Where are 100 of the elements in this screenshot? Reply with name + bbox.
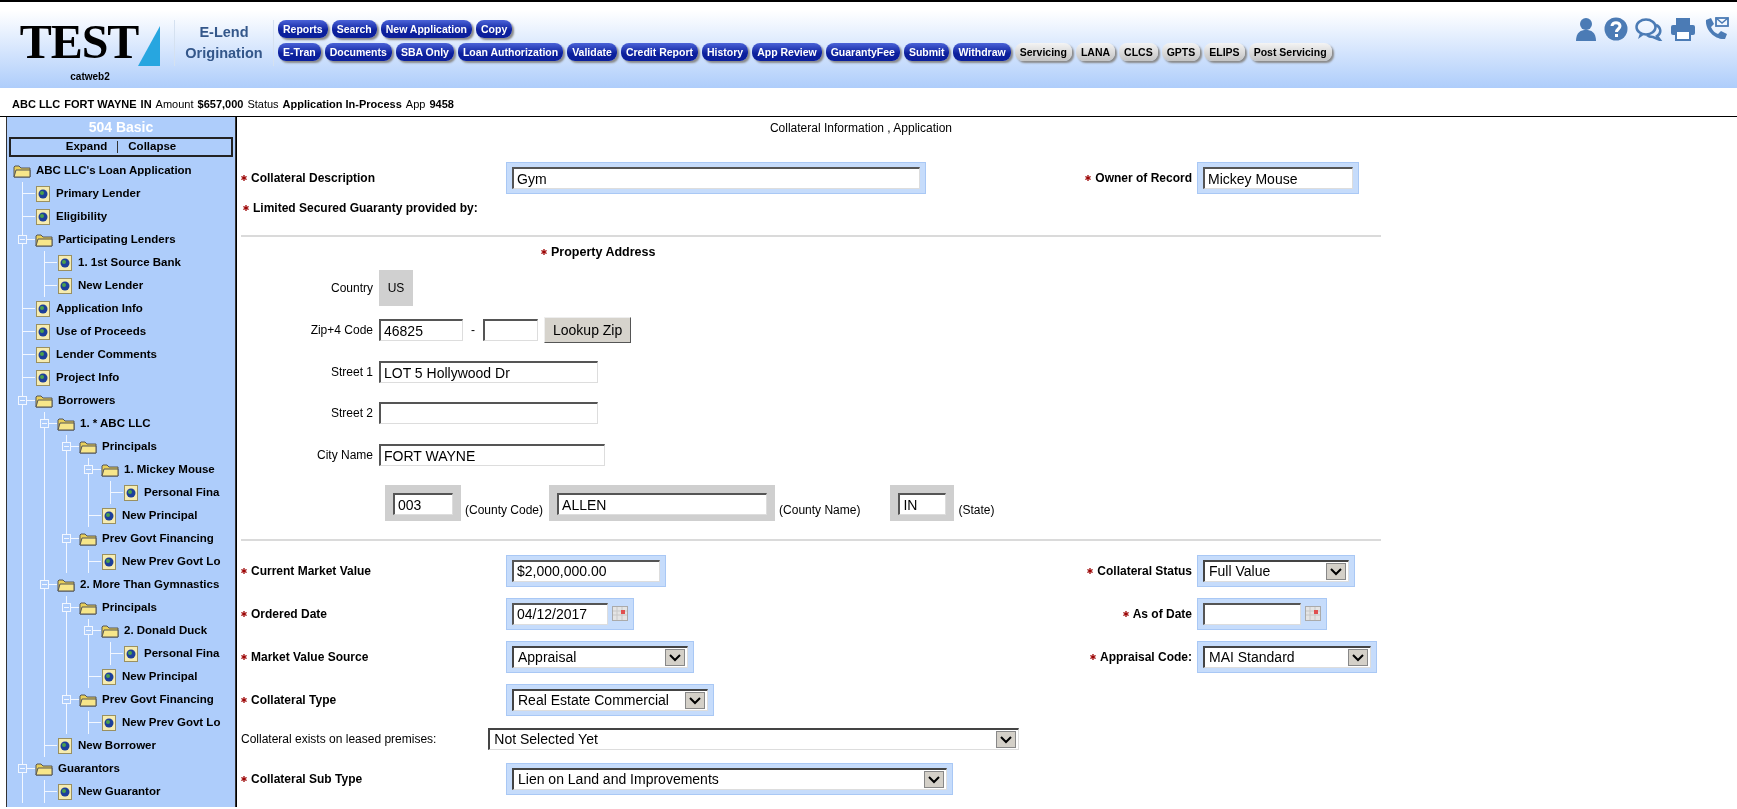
required-icon: [1085, 175, 1092, 181]
dropdown[interactable]: Appraisal: [512, 645, 688, 668]
chat-icon[interactable]: [1635, 17, 1663, 41]
nav-button[interactable]: History: [702, 43, 749, 61]
tree-item[interactable]: New Lender: [57, 276, 144, 295]
collapse-toggle-icon[interactable]: [62, 603, 71, 612]
calendar-icon[interactable]: [612, 606, 628, 621]
collapse-toggle-icon[interactable]: [40, 419, 49, 428]
nav-button[interactable]: Validate: [567, 43, 617, 61]
nav-button[interactable]: Copy: [476, 20, 513, 38]
dropdown[interactable]: Lien on Land and Improvements: [512, 767, 947, 790]
dropdown[interactable]: MAI Standard: [1203, 645, 1371, 668]
dropdown[interactable]: Not Selected Yet: [488, 728, 1019, 750]
dropdown[interactable]: Real Estate Commercial: [512, 688, 708, 711]
expand-link[interactable]: Expand: [65, 138, 108, 156]
tree-item[interactable]: 1. Mickey Mouse: [101, 460, 215, 479]
collapse-toggle-icon[interactable]: [62, 695, 71, 704]
required-icon: [243, 205, 249, 211]
input-field[interactable]: $2,000,000.00: [512, 559, 660, 582]
field-label: Zip+4 Code: [309, 322, 374, 339]
tree-item[interactable]: New Borrower: [57, 736, 156, 755]
date-field[interactable]: [1203, 602, 1301, 625]
collapse-toggle-icon[interactable]: [62, 534, 71, 543]
tree-item[interactable]: Project Info: [35, 368, 120, 387]
collapse-toggle-icon[interactable]: [62, 442, 71, 451]
input-field[interactable]: [483, 319, 538, 341]
nav-button[interactable]: SBA Only: [395, 43, 454, 61]
nav-button[interactable]: App Review: [752, 43, 822, 61]
tree-item[interactable]: New Prev Govt Lo: [101, 713, 221, 732]
input-field[interactable]: IN: [898, 493, 947, 515]
collapse-link[interactable]: Collapse: [128, 138, 177, 156]
input-field[interactable]: Gym: [512, 167, 920, 189]
collapse-toggle-icon[interactable]: [84, 465, 93, 474]
tree-item[interactable]: Personal Fina: [123, 483, 220, 502]
dropdown[interactable]: Full Value: [1203, 559, 1349, 582]
field-label: Collateral Status: [1097, 562, 1192, 580]
tree-item[interactable]: Primary Lender: [35, 184, 141, 203]
nav-button[interactable]: Documents: [324, 43, 392, 61]
field-label: Street 2: [329, 405, 374, 422]
nav-button[interactable]: Post Servicing: [1248, 43, 1332, 61]
tree-item[interactable]: Prev Govt Financing: [79, 529, 214, 548]
tree-item[interactable]: Application Info: [35, 299, 143, 318]
nav-button[interactable]: Search: [331, 20, 377, 38]
input-field[interactable]: Mickey Mouse: [1203, 167, 1353, 189]
input-field[interactable]: ALLEN: [557, 493, 768, 515]
summary-value: 9458: [429, 96, 454, 112]
input-field[interactable]: FORT WAYNE: [379, 444, 605, 466]
nav-button[interactable]: Submit: [903, 43, 950, 61]
tree-item[interactable]: 2. More Than Gymnastics: [57, 575, 220, 594]
tree-item[interactable]: Borrowers: [35, 391, 116, 410]
collapse-toggle-icon[interactable]: [18, 764, 27, 773]
nav-button[interactable]: LANA: [1075, 43, 1116, 61]
input-field[interactable]: 46825: [379, 319, 463, 341]
folder-icon: [101, 623, 119, 638]
nav-button[interactable]: Loan Authorization: [457, 43, 564, 61]
folder-icon: [35, 761, 53, 776]
nav-button[interactable]: GPTS: [1161, 43, 1201, 61]
nav-button[interactable]: Reports: [278, 20, 328, 38]
tree-item[interactable]: New Guarantor: [57, 782, 161, 801]
nav-button[interactable]: E-Tran: [278, 43, 321, 61]
lookup-zip-button[interactable]: Lookup Zip: [544, 317, 632, 343]
nav-button[interactable]: New Application: [380, 20, 472, 38]
tree-item[interactable]: ABC LLC's Loan Application: [13, 161, 192, 180]
nav-button[interactable]: CLCS: [1119, 43, 1158, 61]
tree-item[interactable]: Participating Lenders: [35, 230, 176, 249]
nav-button[interactable]: Credit Report: [620, 43, 698, 61]
tree-item[interactable]: 1. * ABC LLC: [57, 414, 151, 433]
tree-item[interactable]: 2. Donald Duck: [101, 621, 208, 640]
tree-item[interactable]: Lender Comments: [35, 345, 157, 364]
nav-button[interactable]: GuarantyFee: [825, 43, 900, 61]
tree-item[interactable]: New Principal: [101, 506, 198, 525]
tree-item[interactable]: Principals: [79, 598, 157, 617]
print-icon[interactable]: [1670, 17, 1696, 41]
tree-item[interactable]: Prev Govt Financing: [79, 690, 214, 709]
document-icon: [35, 299, 51, 318]
date-field[interactable]: 04/12/2017: [512, 602, 608, 625]
tree-item[interactable]: Guarantors: [35, 759, 120, 778]
document-icon: [57, 253, 73, 272]
help-icon[interactable]: [1604, 17, 1628, 41]
tree-item[interactable]: Principals: [79, 437, 157, 456]
tree-item[interactable]: Personal Fina: [123, 644, 220, 663]
tree-item[interactable]: Use of Proceeds: [35, 322, 147, 341]
user-icon[interactable]: [1575, 17, 1597, 41]
tree-item[interactable]: New Principal: [101, 667, 198, 686]
input-field[interactable]: 003: [393, 493, 453, 515]
collapse-toggle-icon[interactable]: [18, 235, 27, 244]
collapse-toggle-icon[interactable]: [84, 626, 93, 635]
tree-item[interactable]: New Prev Govt Lo: [101, 552, 221, 571]
input-field[interactable]: LOT 5 Hollywood Dr: [379, 361, 598, 383]
nav-button[interactable]: Servicing: [1014, 43, 1072, 61]
phone-icon[interactable]: [1703, 17, 1729, 41]
input-field[interactable]: [379, 402, 598, 424]
nav-button[interactable]: ELIPS: [1204, 43, 1245, 61]
tree-item[interactable]: Eligibility: [35, 207, 108, 226]
required-icon: [241, 567, 247, 574]
nav-button[interactable]: Withdraw: [953, 43, 1011, 61]
collapse-toggle-icon[interactable]: [18, 396, 27, 405]
calendar-icon[interactable]: [1305, 606, 1321, 621]
collapse-toggle-icon[interactable]: [40, 580, 49, 589]
tree-item[interactable]: 1. 1st Source Bank: [57, 253, 181, 272]
